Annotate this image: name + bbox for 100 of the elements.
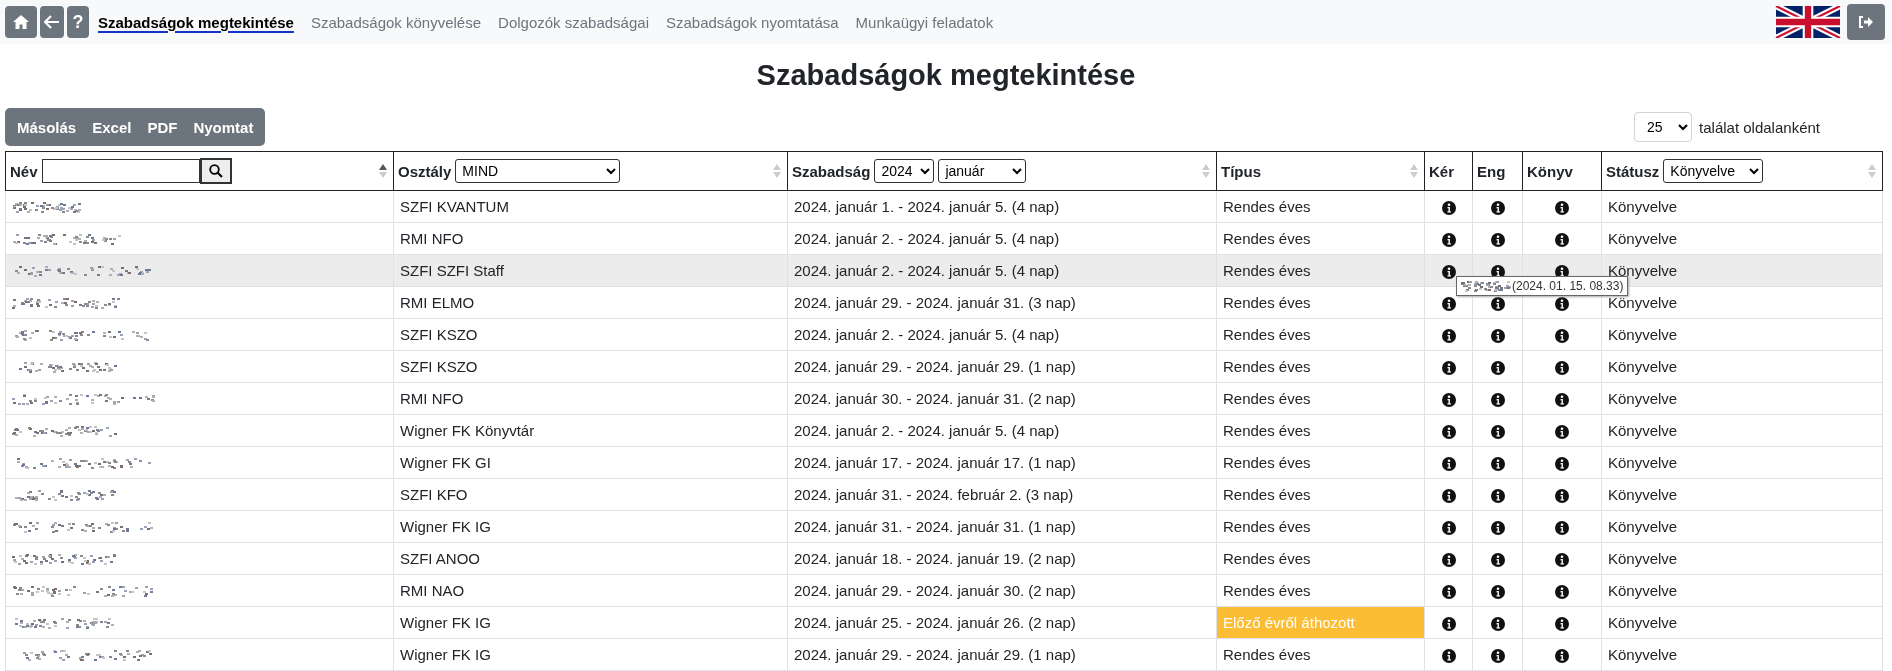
info-icon[interactable] [1490,521,1505,535]
table-cell: Rendes éves [1216,350,1425,383]
table-cell: 2024. január 31. - 2024. február 2. (3 nap) [787,478,1217,511]
export-button[interactable]: PDF [139,108,186,146]
info-icon[interactable] [1490,425,1505,439]
uk-flag-icon[interactable] [1775,6,1841,38]
info-icon[interactable] [1490,553,1505,567]
table-cell: 2024. január 1. - 2024. január 5. (4 nap) [787,190,1217,223]
info-icon[interactable] [1555,393,1569,407]
table-cell: SZFI KFO [393,478,788,511]
filter-select[interactable]: január [938,159,1027,183]
info-icon[interactable] [1555,553,1569,567]
info-icon[interactable] [1441,425,1456,439]
column-label[interactable]: Státusz [1606,162,1660,180]
info-icon[interactable] [1441,553,1456,567]
info-icon[interactable] [1490,201,1505,215]
info-icon[interactable] [1441,585,1456,599]
logout-button[interactable] [1847,4,1885,40]
info-icon[interactable] [1441,649,1456,663]
export-button[interactable]: Másolás [9,108,85,146]
info-icon[interactable] [1555,489,1569,503]
nav-link[interactable]: Dolgozók szabadságai [498,13,649,31]
info-icon[interactable] [1490,457,1505,471]
page-size-select[interactable]: 25 [1634,112,1693,142]
help-button[interactable]: ? [67,6,89,38]
info-icon[interactable] [1441,361,1456,375]
table-cell: 2024. január 29. - 2024. január 29. (1 nap) [787,350,1217,383]
home-icon [12,14,30,30]
info-icon[interactable] [1490,393,1505,407]
info-icon[interactable] [1490,265,1505,279]
table-cell: 2024. január 2. - 2024. január 5. (4 nap) [787,254,1217,287]
info-icon[interactable] [1490,617,1505,631]
info-icon[interactable] [1555,265,1569,279]
table-cell: Rendes éves [1216,190,1425,223]
tooltip-text: (2024. 01. 15. 08.33) [1512,279,1624,293]
table-cell: Könyvelve [1601,414,1883,447]
info-icon[interactable] [1555,201,1569,215]
info-icon[interactable] [1441,297,1456,311]
table-cell: Wigner FK GI [393,446,788,479]
table-cell: Könyvelve [1601,542,1883,575]
info-icon[interactable] [1441,233,1456,247]
filter-select[interactable]: 2024 [874,159,935,183]
column-label[interactable]: Osztály [398,162,452,180]
export-button[interactable]: Nyomtat [185,108,262,146]
info-icon[interactable] [1441,617,1456,631]
nav-link[interactable]: Munkaügyi feladatok [855,13,994,31]
info-icon[interactable] [1441,489,1456,503]
export-button[interactable]: Excel [84,108,140,146]
info-icon[interactable] [1490,585,1505,599]
info-icon[interactable] [1490,649,1505,663]
info-icon[interactable] [1555,329,1569,343]
info-icon[interactable] [1490,361,1505,375]
info-icon[interactable] [1441,201,1456,215]
name-search-field[interactable] [41,159,200,183]
column-label[interactable]: Típus [1221,162,1261,180]
table-cell: Rendes éves [1216,286,1425,319]
table-cell: RMI NFO [393,222,788,255]
info-icon[interactable] [1441,457,1456,471]
column-label[interactable]: Szabadság [792,162,871,180]
info-icon[interactable] [1490,233,1505,247]
table-cell: Könyvelve [1601,222,1883,255]
page-title: Szabadságok megtekintése [755,58,1137,93]
column-label[interactable]: Név [10,162,38,180]
search-button[interactable] [199,158,232,184]
info-icon[interactable] [1441,329,1456,343]
info-icon[interactable] [1555,457,1569,471]
home-button[interactable] [5,6,37,38]
sort-icon[interactable] [379,164,387,178]
info-icon[interactable] [1555,617,1569,631]
info-icon[interactable] [1441,521,1456,535]
nav-link[interactable]: Szabadságok könyvelése [310,13,482,31]
back-button[interactable] [40,6,64,38]
info-icon[interactable] [1555,521,1569,535]
info-icon[interactable] [1555,297,1569,311]
table-cell: 2024. január 18. - 2024. január 19. (2 nap) [787,542,1217,575]
filter-select[interactable]: MIND [455,159,621,183]
info-icon[interactable] [1555,649,1569,663]
table-cell: Rendes éves [1216,446,1425,479]
table-cell: Könyvelve [1601,510,1883,543]
info-icon[interactable] [1490,297,1505,311]
info-icon[interactable] [1490,489,1505,503]
filter-select[interactable]: Könyvelve [1663,159,1764,183]
info-icon[interactable] [1555,585,1569,599]
info-icon[interactable] [1555,233,1569,247]
table-cell: Rendes éves [1216,574,1425,607]
table-cell: Könyvelve [1601,350,1883,383]
info-icon[interactable] [1555,425,1569,439]
column-label[interactable]: Könyv [1527,162,1573,180]
column-label[interactable]: Eng [1477,162,1506,180]
table-cell: 2024. január 29. - 2024. január 29. (1 nap) [787,638,1217,671]
table-cell: Wigner FK Könyvtár [393,414,788,447]
page-size-label: találat oldalanként [1699,118,1820,136]
nav-link[interactable]: Szabadságok megtekintése [98,13,294,31]
info-icon[interactable] [1441,393,1456,407]
info-icon[interactable] [1555,361,1569,375]
column-label[interactable]: Kér [1429,162,1454,180]
nav-link[interactable]: Szabadságok nyomtatása [666,13,839,31]
table-cell: Wigner FK IG [393,606,788,639]
info-icon[interactable] [1441,265,1456,279]
info-icon[interactable] [1490,329,1505,343]
